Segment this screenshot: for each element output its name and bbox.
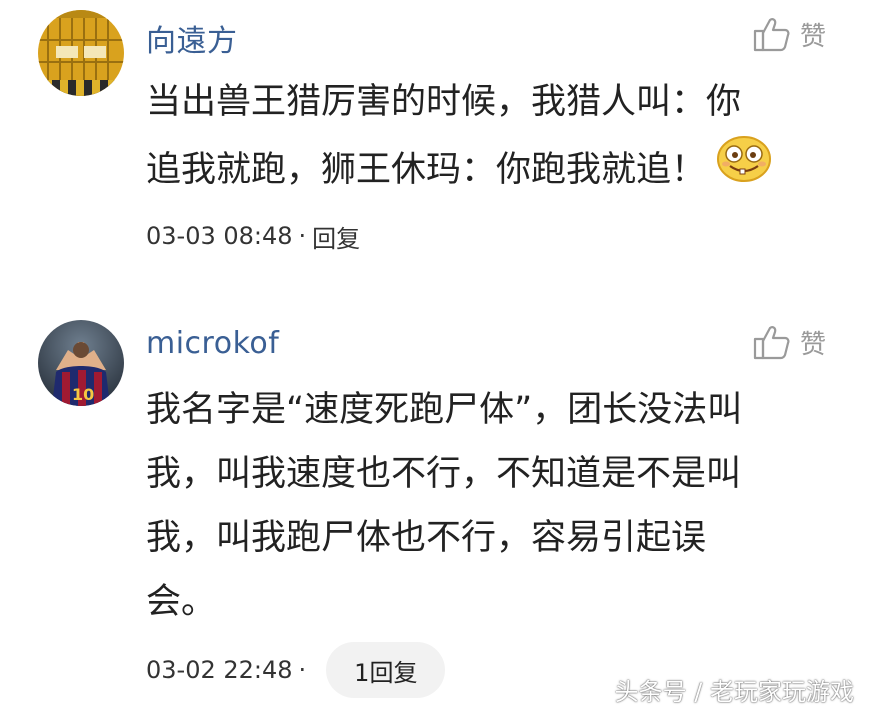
svg-text:10: 10 — [72, 385, 94, 404]
comment-meta: 03-03 08:48 · 回复 — [146, 219, 360, 254]
thumbs-up-icon — [752, 322, 792, 362]
thumbs-up-icon — [752, 14, 792, 54]
username[interactable]: 向遠方 — [146, 16, 238, 60]
avatar[interactable] — [38, 10, 124, 96]
reply-button[interactable]: 回复 — [312, 219, 360, 254]
comment-meta: 03-02 22:48 · 1回复 — [146, 642, 446, 698]
watermark: 头条号 / 老玩家玩游戏 — [614, 678, 854, 706]
comment-line: 追我就跑，狮王休玛：你跑我就追！ — [146, 149, 707, 190]
timestamp: 03-03 08:48 — [146, 222, 293, 250]
comment-line: 我，叫我速度也不行，不知道是不是叫 — [146, 454, 742, 494]
timestamp: 03-02 22:48 — [146, 656, 293, 684]
like-label: 赞 — [800, 21, 827, 52]
comment-text: 我名字是“速度死跑尸体”，团长没法叫 我，叫我速度也不行，不知道是不是叫 我，叫… — [146, 378, 742, 634]
meta-separator: · — [298, 222, 307, 250]
comment-line: 当出兽王猎厉害的时候，我猎人叫：你 — [146, 82, 742, 122]
meta-separator: · — [298, 656, 307, 684]
comment-line-with-emoji: 追我就跑，狮王休玛：你跑我就追！ — [146, 134, 772, 205]
comment-text: 当出兽王猎厉害的时候，我猎人叫：你 追我就跑，狮王休玛：你跑我就追！ — [146, 70, 772, 205]
grinning-emoji-icon — [716, 134, 772, 205]
comment-line: 我名字是“速度死跑尸体”，团长没法叫 — [146, 390, 743, 430]
comment-line: 我，叫我跑尸体也不行，容易引起误 — [146, 518, 707, 558]
like-button[interactable]: 赞 — [752, 14, 826, 54]
reply-count-button[interactable]: 1回复 — [326, 642, 446, 698]
like-label: 赞 — [800, 329, 827, 360]
like-button[interactable]: 赞 — [752, 322, 826, 362]
avatar[interactable]: 10 — [38, 320, 124, 406]
username[interactable]: microkof — [146, 326, 279, 361]
comment-line: 会。 — [146, 582, 217, 622]
